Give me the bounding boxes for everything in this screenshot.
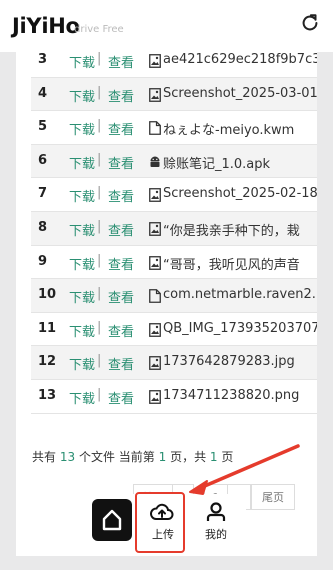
download-link[interactable]: 下载 xyxy=(69,287,95,306)
annotation-highlight-box xyxy=(135,492,185,553)
table-row: 5 下载 | 查看 ねぇよな-meiyo.kwm xyxy=(31,111,317,145)
file-name[interactable]: Screenshot_2025-02-18 xyxy=(163,186,317,201)
row-number: 3 xyxy=(38,52,48,67)
action-separator: | xyxy=(97,218,102,234)
file-table: 3 下载 | 查看 ae421c629ec218f9b7c3 4 下载 | 查看 Screensh… xyxy=(31,44,317,414)
image-file-icon xyxy=(149,389,161,404)
mine-button[interactable]: 我的 xyxy=(198,496,234,548)
action-separator: | xyxy=(97,185,102,201)
system-gesture-bar xyxy=(0,556,333,570)
table-row: 10 下载 | 查看 com.netmarble.raven2.p xyxy=(31,279,317,313)
home-icon xyxy=(102,509,122,531)
view-link[interactable]: 查看 xyxy=(108,321,134,340)
view-link[interactable]: 查看 xyxy=(108,388,134,407)
row-number: 9 xyxy=(38,253,48,269)
file-name[interactable]: QB_IMG_173935203707 xyxy=(163,321,317,336)
download-link[interactable]: 下载 xyxy=(69,153,95,172)
file-name[interactable]: ae421c629ec218f9b7c3 xyxy=(163,52,317,67)
table-row: 8 下载 | 查看 “你是我亲手种下的，栽 xyxy=(31,211,317,246)
table-row: 6 下载 | 查看 赊账笔记_1.0.apk xyxy=(31,144,317,179)
action-separator: | xyxy=(97,151,102,167)
download-link[interactable]: 下载 xyxy=(69,52,95,71)
table-row: 4 下载 | 查看 Screenshot_2025-03-01 xyxy=(31,77,317,112)
user-icon xyxy=(206,502,226,521)
row-number: 7 xyxy=(38,186,48,202)
view-link[interactable]: 查看 xyxy=(108,119,134,138)
mine-label: 我的 xyxy=(205,528,227,541)
table-row: 13 下载 | 查看 1734711238820.png xyxy=(31,380,317,414)
app-logo: JiYiHo xyxy=(12,14,80,38)
image-file-icon xyxy=(149,255,161,270)
action-separator: | xyxy=(97,319,102,335)
action-separator: | xyxy=(97,118,102,134)
view-link[interactable]: 查看 xyxy=(108,220,134,239)
file-name[interactable]: Screenshot_2025-03-01 xyxy=(163,86,317,101)
row-number: 8 xyxy=(38,219,48,235)
file-name[interactable]: com.netmarble.raven2.p xyxy=(163,287,317,302)
action-separator: | xyxy=(97,252,102,268)
download-link[interactable]: 下载 xyxy=(69,388,95,407)
home-button[interactable] xyxy=(92,499,132,541)
file-name[interactable]: 赊账笔记_1.0.apk xyxy=(163,153,270,172)
app-logo-subtitle: drive Free xyxy=(74,24,124,35)
download-link[interactable]: 下载 xyxy=(69,321,95,340)
refresh-icon[interactable] xyxy=(299,12,321,34)
file-name[interactable]: “哥哥，我听见风的声音 xyxy=(163,254,300,273)
download-link[interactable]: 下载 xyxy=(69,186,95,205)
view-link[interactable]: 查看 xyxy=(108,186,134,205)
row-number: 13 xyxy=(38,387,57,403)
document-file-icon xyxy=(149,120,161,136)
file-summary: 共有 13 个文件 当前第 1 页，共 1 页 xyxy=(32,450,234,464)
image-file-icon xyxy=(149,355,161,371)
download-link[interactable]: 下载 xyxy=(69,220,95,239)
file-name[interactable]: 1737642879283.jpg xyxy=(163,354,295,369)
action-separator: | xyxy=(97,51,102,66)
download-link[interactable]: 下载 xyxy=(69,354,95,373)
image-file-icon xyxy=(149,187,161,203)
action-separator: | xyxy=(97,286,102,302)
file-name[interactable]: 1734711238820.png xyxy=(163,388,299,403)
image-file-icon xyxy=(149,221,161,236)
action-separator: | xyxy=(97,386,102,402)
view-link[interactable]: 查看 xyxy=(108,254,134,273)
image-file-icon xyxy=(149,87,161,102)
table-row: 3 下载 | 查看 ae421c629ec218f9b7c3 xyxy=(31,44,317,78)
row-number: 5 xyxy=(38,119,48,135)
view-link[interactable]: 查看 xyxy=(108,153,134,172)
action-separator: | xyxy=(97,353,102,369)
row-number: 11 xyxy=(38,320,57,336)
action-separator: | xyxy=(97,84,102,100)
pager-last-button[interactable]: 尾页 xyxy=(251,484,295,510)
table-row: 12 下载 | 查看 1737642879283.jpg xyxy=(31,346,317,380)
view-link[interactable]: 查看 xyxy=(108,86,134,105)
row-number: 6 xyxy=(38,152,48,168)
table-row: 11 下载 | 查看 QB_IMG_173935203707 xyxy=(31,313,317,347)
view-link[interactable]: 查看 xyxy=(108,52,134,71)
image-file-icon xyxy=(149,322,161,337)
image-file-icon xyxy=(149,53,161,68)
android-icon xyxy=(149,154,161,168)
table-row: 9 下载 | 查看 “哥哥，我听见风的声音 xyxy=(31,246,317,280)
view-link[interactable]: 查看 xyxy=(108,354,134,373)
row-number: 4 xyxy=(38,85,48,101)
download-link[interactable]: 下载 xyxy=(69,119,95,138)
table-row: 7 下载 | 查看 Screenshot_2025-02-18 xyxy=(31,178,317,212)
row-number: 10 xyxy=(38,287,57,303)
file-name[interactable]: ねぇよな-meiyo.kwm xyxy=(163,119,294,138)
download-link[interactable]: 下载 xyxy=(69,86,95,105)
view-link[interactable]: 查看 xyxy=(108,287,134,306)
file-name[interactable]: “你是我亲手种下的，栽 xyxy=(163,220,300,239)
document-file-icon xyxy=(149,288,161,304)
download-link[interactable]: 下载 xyxy=(69,254,95,273)
row-number: 12 xyxy=(38,354,57,370)
